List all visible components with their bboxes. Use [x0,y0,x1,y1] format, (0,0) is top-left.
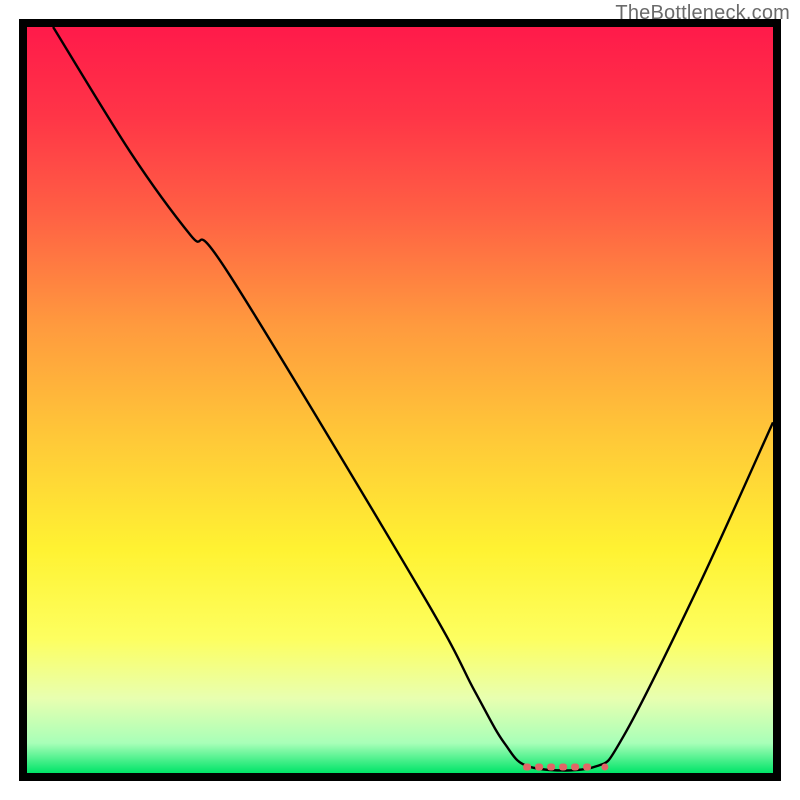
bottleneck-chart [0,0,800,800]
chart-container: TheBottleneck.com [0,0,800,800]
watermark-text: TheBottleneck.com [615,2,790,25]
